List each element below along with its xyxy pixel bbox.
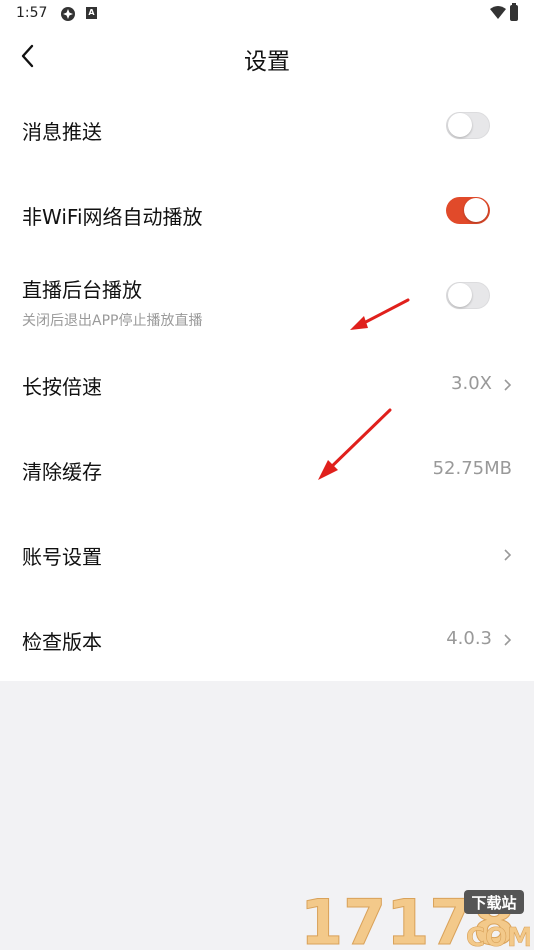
background-play-toggle[interactable] — [446, 282, 490, 309]
sync-icon — [61, 7, 75, 21]
row-cache[interactable]: 清除缓存 52.75MB — [0, 426, 534, 511]
page-title: 设置 — [244, 49, 290, 75]
row-background-play: 直播后台播放 关闭后退出APP停止播放直播 — [0, 256, 534, 341]
chevron-right-icon — [504, 379, 512, 391]
push-toggle[interactable] — [446, 112, 490, 139]
toggle-knob — [448, 113, 472, 137]
account-label: 账号设置 — [22, 545, 102, 569]
watermark-tag: 下载站 — [471, 894, 516, 912]
background-play-label: 直播后台播放 — [22, 278, 142, 302]
watermark-domain: COM — [466, 923, 530, 950]
chevron-right-icon — [504, 634, 512, 646]
status-bar: 1:57 A — [0, 0, 534, 28]
background-play-subtitle: 关闭后退出APP停止播放直播 — [22, 313, 203, 329]
speed-value: 3.0X — [451, 373, 492, 394]
wifi-icon — [490, 6, 506, 19]
status-time: 1:57 — [16, 5, 48, 21]
annotation-arrow-icon — [350, 298, 410, 330]
settings-panel: 1:57 A 设置 消息推送 非WiFi网络自动播放 直播后台播放 关闭后退出A… — [0, 0, 534, 681]
settings-screen: 1:57 A 设置 消息推送 非WiFi网络自动播放 直播后台播放 关闭后退出A… — [0, 0, 534, 950]
speed-label: 长按倍速 — [22, 375, 102, 399]
toggle-knob — [448, 283, 472, 307]
cache-value: 52.75MB — [432, 458, 512, 479]
autoplay-label: 非WiFi网络自动播放 — [22, 205, 203, 229]
toggle-knob — [464, 198, 488, 222]
version-label: 检查版本 — [22, 630, 102, 654]
autoplay-toggle[interactable] — [446, 197, 490, 224]
push-label: 消息推送 — [22, 120, 102, 144]
chevron-right-icon — [504, 549, 512, 561]
row-speed[interactable]: 长按倍速 3.0X — [0, 341, 534, 426]
watermark-logo: 17178 下载站 COM — [300, 886, 530, 950]
battery-icon — [510, 3, 518, 21]
row-push: 消息推送 — [0, 86, 534, 171]
version-value: 4.0.3 — [446, 628, 492, 649]
header: 设置 — [0, 28, 534, 86]
annotation-arrow-icon — [318, 408, 392, 480]
row-account[interactable]: 账号设置 — [0, 511, 534, 596]
row-version[interactable]: 检查版本 4.0.3 — [0, 596, 534, 681]
cache-label: 清除缓存 — [22, 460, 102, 484]
row-autoplay: 非WiFi网络自动播放 — [0, 171, 534, 256]
a-notification-icon: A — [86, 7, 97, 19]
